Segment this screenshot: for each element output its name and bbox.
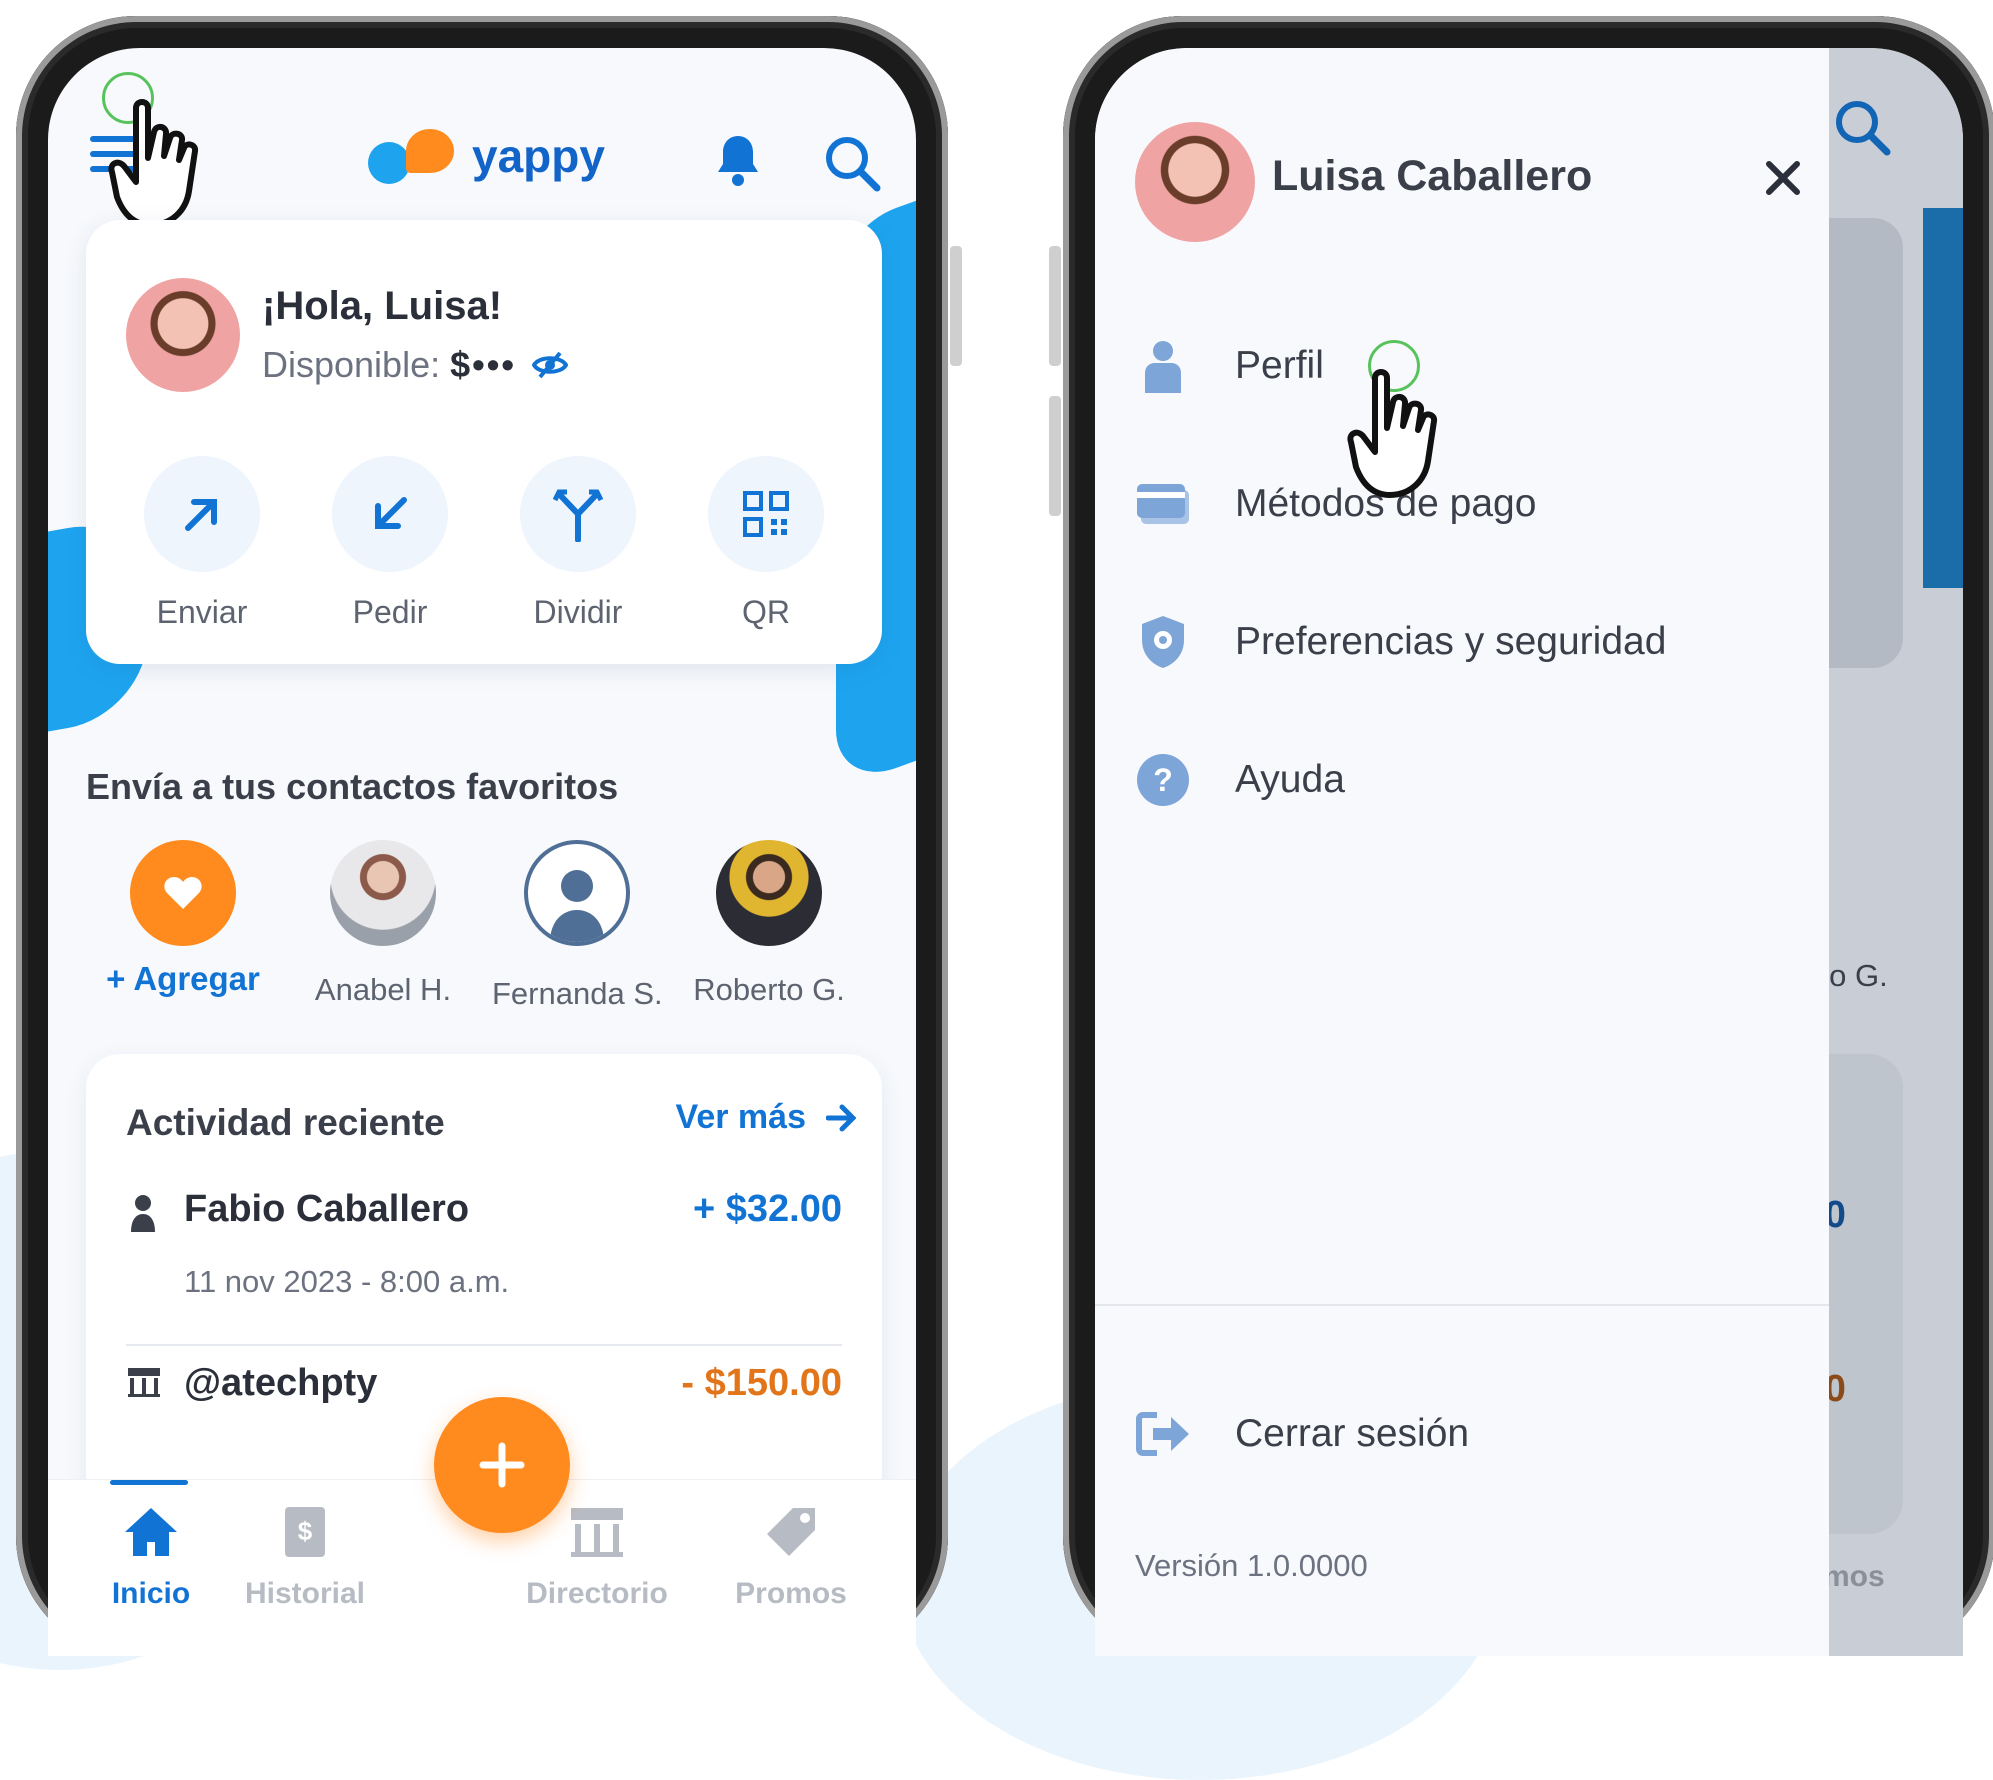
action-label: Enviar [156,594,248,630]
split-icon [553,489,603,542]
eye-slash-icon[interactable] [531,351,568,379]
action-qr[interactable]: QR [708,456,824,631]
bell-icon[interactable] [713,132,763,188]
search-icon [1836,101,1891,156]
see-more-link[interactable]: Ver más [676,1098,856,1137]
person-icon [131,1195,155,1232]
logout-icon [1136,1412,1189,1456]
nav-label: Promos [735,1577,847,1610]
receipt-icon: $ [285,1507,325,1557]
nav-home[interactable]: Inicio [66,1504,236,1611]
arrow-down-left-icon [375,497,407,529]
add-fab-button[interactable] [434,1397,570,1533]
app-version: Versión 1.0.0000 [1135,1548,1368,1583]
balance-card: ¡Hola, Luisa! Disponible: $••• Enviar Pe… [86,220,882,664]
arrow-right-icon [826,1104,856,1131]
drawer-divider [1095,1304,1829,1306]
favorite-label: Roberto G. [693,972,845,1007]
drawer-user-name: Luisa Caballero [1272,152,1593,200]
action-label: QR [742,594,790,630]
plus-icon: + [106,960,126,997]
contact-avatar [330,840,436,946]
card-icon [1137,484,1189,524]
balance-line: Disponible: $••• [262,344,568,386]
svg-text:$: $ [298,1516,313,1546]
menu-item-metodos-pago[interactable]: Métodos de pago [1135,476,1536,532]
menu-item-label: Preferencias y seguridad [1235,620,1667,663]
balance-label: Disponible: [262,344,441,385]
favorite-roberto[interactable]: Roberto G. [684,840,854,1008]
menu-screen: erto G. s .00 .00 romos Luisa Caballero [1095,48,1963,1656]
menu-item-label: Perfil [1235,344,1324,387]
hand-pointer-icon [108,99,198,228]
action-split[interactable]: Dividir [520,456,636,631]
qr-code-icon [743,491,789,537]
activity-amount: + $32.00 [693,1188,842,1230]
brand-logo: yappy [368,128,605,184]
store-icon [571,1508,623,1557]
menu-item-label: Ayuda [1235,758,1345,801]
arrow-up-right-icon [185,499,217,531]
favorite-fernanda[interactable]: Fernanda S. [492,840,663,1012]
logout-label: Cerrar sesión [1235,1412,1470,1455]
nav-history[interactable]: $ Historial [220,1504,390,1611]
menu-item-perfil[interactable]: Perfil [1135,338,1324,394]
favorite-label: Fernanda S. [492,976,663,1011]
see-more-label: Ver más [675,1098,806,1136]
contact-avatar [524,840,630,946]
user-avatar[interactable] [126,278,240,392]
action-label: Pedir [352,594,428,630]
nav-promos[interactable]: Promos [706,1504,876,1611]
search-icon[interactable] [823,134,881,192]
activity-name: @atechpty [184,1362,378,1404]
tag-icon [767,1508,815,1556]
action-send[interactable]: Enviar [144,456,260,631]
brand-name: yappy [472,130,605,182]
favorite-label: Agregar [133,960,260,997]
person-placeholder-icon [550,870,604,942]
side-drawer: Luisa Caballero Perfil Métodos de pago P… [1095,48,1829,1656]
nav-label: Directorio [526,1577,668,1610]
svg-text:?: ? [1153,762,1173,798]
phone-home: yappy ¡Hola, Luisa! Disponible: $••• Env… [16,16,962,1656]
home-screen: yappy ¡Hola, Luisa! Disponible: $••• Env… [48,48,916,1656]
active-tab-indicator [110,1480,188,1485]
heart-icon [164,877,202,909]
nav-label: Historial [244,1577,366,1610]
user-avatar[interactable] [1135,122,1255,242]
hand-pointer-icon [1347,369,1437,498]
help-icon: ? [1137,754,1189,806]
action-label: Dividir [533,594,623,630]
contact-avatar [716,840,822,946]
person-icon [1145,341,1181,393]
activity-amount: - $150.00 [681,1362,842,1404]
home-icon [125,1508,177,1556]
nav-label: Inicio [111,1577,191,1610]
phone-menu: erto G. s .00 .00 romos Luisa Caballero [1049,16,1993,1656]
store-icon [128,1368,160,1397]
logout-button[interactable]: Cerrar sesión [1135,1406,1469,1462]
favorite-add[interactable]: + Agregar [98,840,268,998]
favorite-label: Anabel H. [314,972,452,1007]
activity-date: 11 nov 2023 - 8:00 a.m. [184,1264,510,1299]
activity-name: Fabio Caballero [184,1188,470,1230]
close-icon[interactable] [1763,158,1803,198]
favorites-title: Envía a tus contactos favoritos [86,766,619,807]
activity-title: Actividad reciente [126,1102,445,1143]
favorite-anabel[interactable]: Anabel H. [298,840,468,1008]
shield-gear-icon [1142,616,1184,668]
plus-icon [479,1442,525,1488]
action-request[interactable]: Pedir [332,456,448,631]
greeting: ¡Hola, Luisa! [262,284,503,328]
menu-item-preferencias[interactable]: Preferencias y seguridad [1135,614,1666,670]
menu-item-ayuda[interactable]: ? Ayuda [1135,752,1345,808]
balance-value: $••• [450,344,516,385]
